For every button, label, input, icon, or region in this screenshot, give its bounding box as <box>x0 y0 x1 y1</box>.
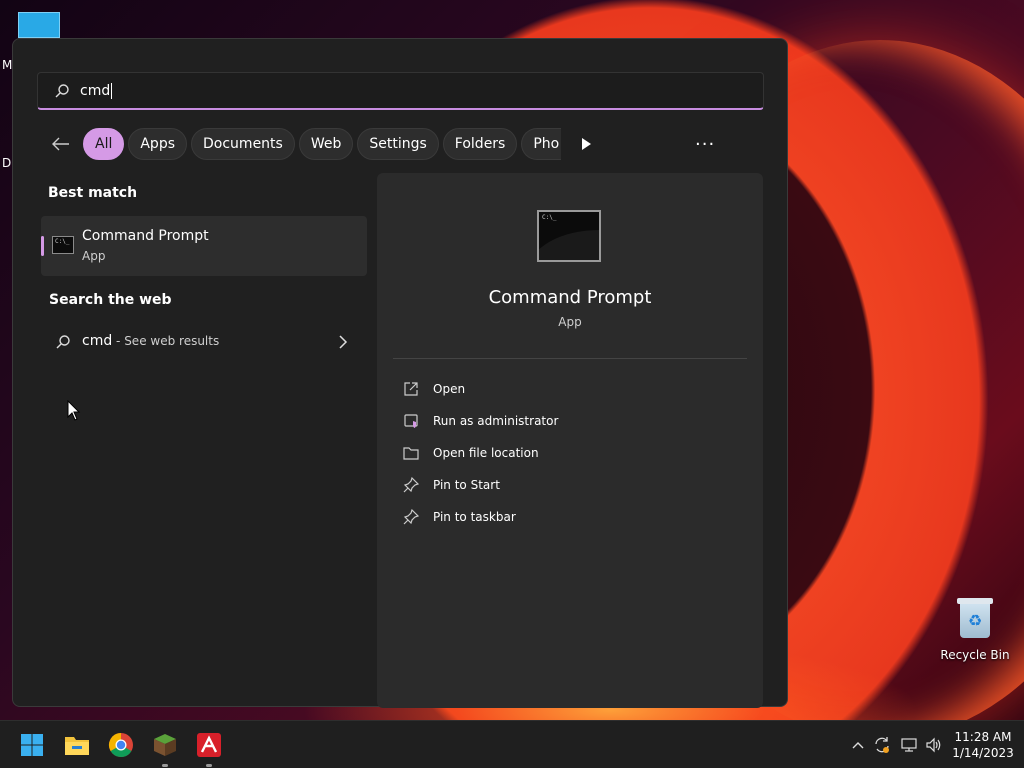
folder-icon <box>65 737 89 755</box>
grass-block-icon <box>154 734 176 756</box>
recycle-bin-desktop-icon[interactable]: ♻ Recycle Bin <box>940 596 1010 662</box>
action-pin-to-start-label: Pin to Start <box>433 478 500 492</box>
text-caret <box>111 82 113 99</box>
folder-icon <box>401 443 421 463</box>
web-query: cmd <box>82 333 113 349</box>
search-panel: cmd All Apps Documents Web Settings Fold… <box>12 38 788 708</box>
chevron-up-icon <box>852 742 864 749</box>
shield-icon <box>401 411 421 431</box>
detail-app-type: App <box>558 315 582 329</box>
filter-chip-photos[interactable]: Pho <box>521 128 562 160</box>
search-the-web-heading: Search the web <box>49 292 172 308</box>
back-arrow-icon[interactable] <box>49 132 73 156</box>
show-hidden-icons-button[interactable] <box>848 735 868 755</box>
taskbar-chrome[interactable] <box>105 729 137 761</box>
scroll-filters-right-icon[interactable] <box>579 137 593 151</box>
divider <box>393 358 747 359</box>
filter-chip-apps[interactable]: Apps <box>128 128 188 160</box>
sync-icon <box>875 737 889 753</box>
filter-chip-documents[interactable]: Documents <box>191 128 295 160</box>
filter-chip-all[interactable]: All <box>83 128 125 160</box>
search-query-text: cmd <box>80 82 111 99</box>
web-result-text: cmd - See web results <box>82 333 219 349</box>
taskbar-minecraft[interactable] <box>149 729 181 767</box>
filter-bar: All Apps Documents Web Settings Folders … <box>49 128 593 160</box>
chevron-right-icon <box>339 335 348 349</box>
open-external-icon <box>401 379 421 399</box>
pin-icon <box>401 475 421 495</box>
recycle-bin-label: Recycle Bin <box>940 648 1010 662</box>
speaker-icon <box>926 737 941 753</box>
avira-icon <box>197 733 221 757</box>
search-input[interactable]: cmd <box>37 72 764 110</box>
selection-indicator <box>41 236 44 256</box>
chrome-icon <box>108 733 133 758</box>
search-icon <box>55 83 69 97</box>
best-match-type: App <box>82 249 106 263</box>
action-pin-to-taskbar-label: Pin to taskbar <box>433 510 516 524</box>
clock[interactable]: 11:28 AM 1/14/2023 <box>950 729 1016 761</box>
web-hint: - See web results <box>112 334 220 348</box>
desktop-icon-label-partial: M <box>2 58 13 72</box>
windows-logo-icon <box>21 734 43 756</box>
running-indicator <box>206 764 212 767</box>
pin-icon <box>401 507 421 527</box>
clock-date: 1/14/2023 <box>952 746 1014 760</box>
filter-chip-web[interactable]: Web <box>298 128 354 160</box>
desktop-icon-partial[interactable] <box>18 12 60 38</box>
filter-chip-settings[interactable]: Settings <box>357 128 439 160</box>
network-icon <box>901 738 917 752</box>
command-prompt-large-icon: C:\_ <box>537 210 601 262</box>
search-icon <box>56 335 70 349</box>
taskbar-avira[interactable] <box>193 729 225 767</box>
action-open-label: Open <box>433 382 466 396</box>
clock-time: 11:28 AM <box>954 730 1012 744</box>
recycle-bin-icon: ♻ <box>957 596 993 640</box>
update-tray-button[interactable] <box>872 735 892 755</box>
command-prompt-icon: C:\_ <box>52 236 74 254</box>
volume-tray-button[interactable] <box>924 735 944 755</box>
action-pin-to-start[interactable]: Pin to Start <box>401 473 500 497</box>
action-open[interactable]: Open <box>401 377 465 401</box>
taskbar-file-explorer[interactable] <box>61 729 93 761</box>
best-match-name: Command Prompt <box>82 228 209 244</box>
mouse-cursor-icon <box>67 400 81 421</box>
action-open-file-location[interactable]: Open file location <box>401 441 539 465</box>
action-open-file-location-label: Open file location <box>433 446 539 460</box>
best-match-result[interactable]: C:\_ Command Prompt App <box>41 216 367 276</box>
action-run-as-admin-label: Run as administrator <box>433 414 559 428</box>
network-tray-button[interactable] <box>899 735 919 755</box>
action-run-as-admin[interactable]: Run as administrator <box>401 409 558 433</box>
filter-chip-folders[interactable]: Folders <box>442 128 518 160</box>
taskbar: 11:28 AM 1/14/2023 <box>0 720 1024 768</box>
best-match-heading: Best match <box>48 185 138 201</box>
action-pin-to-taskbar[interactable]: Pin to taskbar <box>401 505 516 529</box>
detail-app-name: Command Prompt <box>488 287 652 308</box>
more-options-icon[interactable]: ··· <box>695 134 715 155</box>
web-search-result[interactable]: cmd - See web results <box>41 327 367 357</box>
detail-pane: C:\_ Command Prompt App Open Run as admi… <box>377 173 763 708</box>
start-button[interactable] <box>16 729 48 761</box>
running-indicator <box>162 764 168 767</box>
